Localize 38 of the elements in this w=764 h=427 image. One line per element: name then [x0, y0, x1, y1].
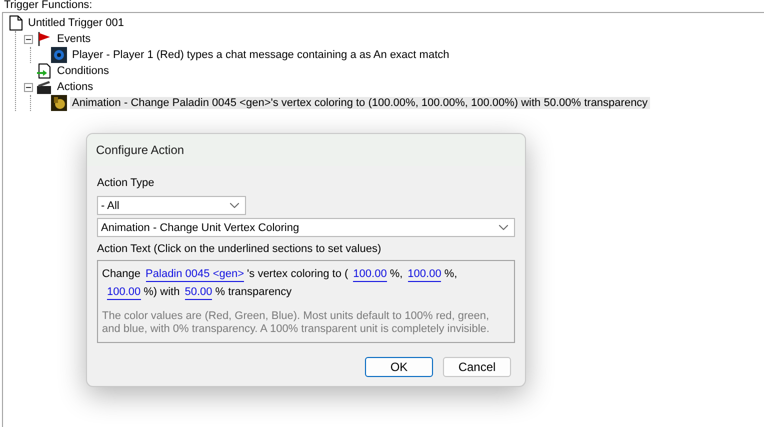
document-icon [9, 15, 23, 31]
tree-item[interactable]: Conditions [55, 65, 111, 77]
collapse-toggle[interactable] [24, 34, 33, 44]
value-link[interactable]: 50.00 [184, 285, 212, 300]
flag-icon [36, 31, 52, 47]
tree-item[interactable]: Untitled Trigger 001 [26, 17, 126, 29]
action-text: % transparency [215, 285, 292, 300]
value-link[interactable]: Paladin 0045 <gen> [146, 267, 244, 282]
action-text: 's vertex coloring to ( [247, 267, 348, 282]
field-label: Action Text (Click on the underlined sections to set values) [97, 242, 382, 257]
chevron-icon [230, 203, 239, 208]
tree-item[interactable]: Player - Player 1 (Red) types a chat message containing a as An exact match [70, 49, 452, 61]
document-arrow-icon [36, 63, 52, 79]
action-text: Change [102, 267, 141, 282]
cancel-button[interactable]: Cancel [443, 357, 511, 377]
hint-text: The color values are (Red, Green, Blue). Most units default to 100% red, green, and blue, with 0% transparency. A 100% transparent unit is completely invisible. [102, 310, 490, 336]
tree-item[interactable]: Events [55, 33, 93, 45]
unit-icon [51, 95, 67, 111]
value-link[interactable]: 100.00 [408, 267, 442, 282]
minus-icon [26, 38, 31, 40]
collapse-toggle[interactable] [24, 82, 33, 92]
minus-icon [26, 86, 31, 88]
tree-item[interactable]: Actions [55, 81, 96, 93]
value-link[interactable]: 100.00 [353, 267, 387, 282]
clapperboard-icon [36, 79, 52, 95]
value-link[interactable]: 100.00 [107, 285, 141, 300]
chevron-icon [499, 225, 508, 230]
unit-icon [51, 47, 67, 63]
tree-item[interactable]: Animation - Change Paladin 0045 <gen>'s vertex coloring to (100.00%, 100.00%, 100.00%) with 50.00% transparency [70, 97, 650, 109]
panel-label: Trigger Functions: [3, 0, 94, 12]
dropdown[interactable]: - All [97, 196, 246, 215]
ok-button[interactable]: OK [365, 357, 433, 377]
action-text: %, [444, 267, 458, 282]
dropdown[interactable]: Animation - Change Unit Vertex Coloring [97, 218, 515, 237]
field-label: Action Type [97, 176, 156, 191]
action-text: %, [390, 267, 403, 282]
action-text: %) with [144, 285, 180, 300]
dialog-title: Configure Action [87, 134, 525, 166]
